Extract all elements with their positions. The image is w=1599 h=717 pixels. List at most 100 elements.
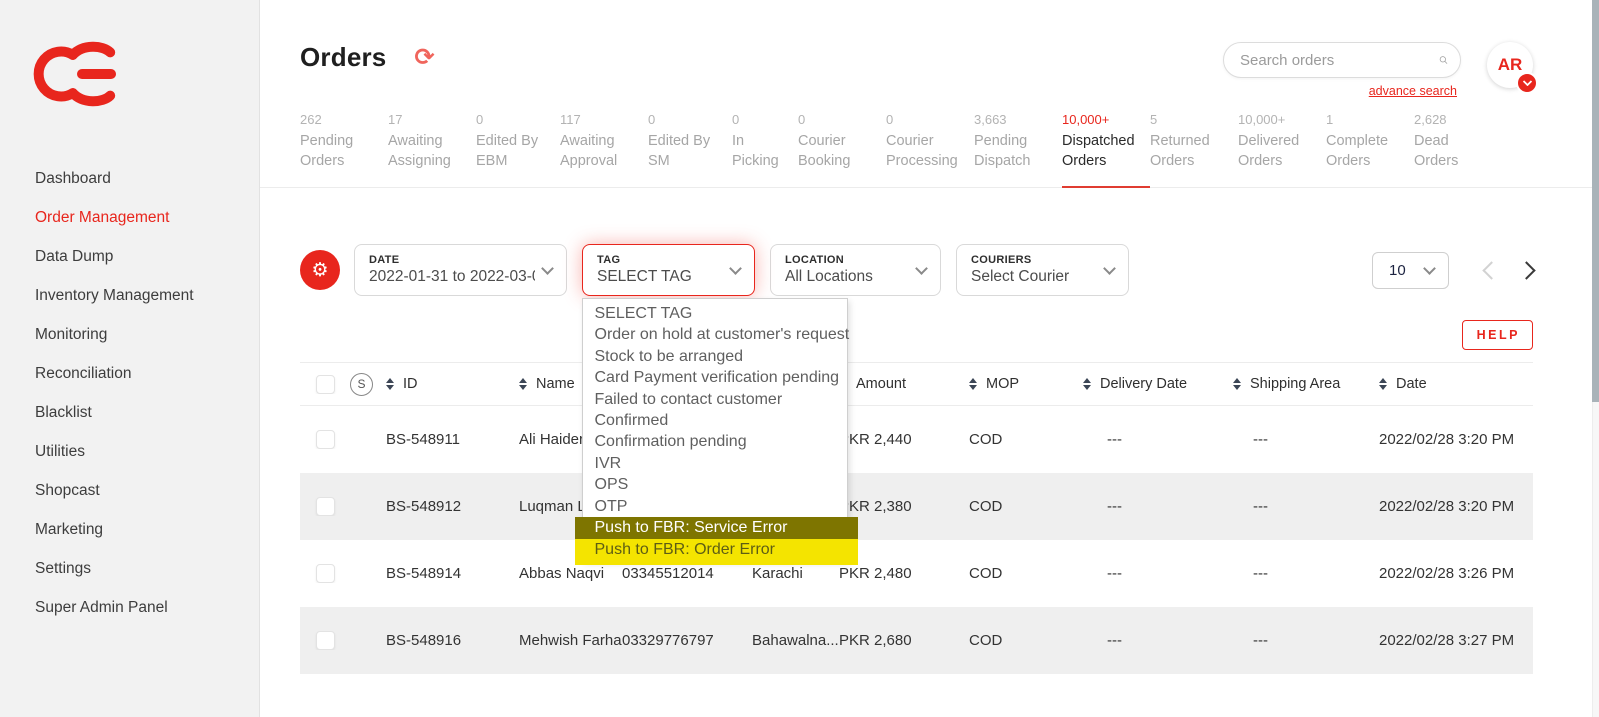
sidebar-item-blacklist[interactable]: Blacklist bbox=[0, 393, 259, 432]
cell-shipping-area: --- bbox=[1253, 498, 1268, 515]
sidebar-menu: Dashboard Order Management Data Dump Inv… bbox=[0, 159, 259, 627]
tag-option[interactable]: Order on hold at customer's request bbox=[583, 324, 847, 345]
date-filter[interactable]: DATE 2022-01-31 to 2022-03-01 bbox=[354, 244, 567, 296]
stat-dead-orders[interactable]: 2,628Dead Orders bbox=[1414, 112, 1490, 187]
sort-icon[interactable] bbox=[1083, 378, 1091, 391]
search-icon[interactable] bbox=[1439, 50, 1448, 70]
cell-city: Karachi bbox=[752, 565, 803, 582]
stat-edited-by-ebm[interactable]: 0Edited By EBM bbox=[476, 112, 548, 187]
sidebar: Dashboard Order Management Data Dump Inv… bbox=[0, 0, 260, 717]
sort-icon[interactable] bbox=[1233, 378, 1241, 391]
stat-awaiting-assigning[interactable]: 17Awaiting Assigning bbox=[388, 112, 464, 187]
search-input[interactable] bbox=[1240, 52, 1439, 69]
cell-shipping-area: --- bbox=[1253, 632, 1268, 649]
tag-option-push-fbr-order-error[interactable]: Push to FBR: Order Error bbox=[575, 539, 858, 565]
sidebar-item-data-dump[interactable]: Data Dump bbox=[0, 237, 259, 276]
cell-mop: COD bbox=[969, 431, 1002, 448]
stat-delivered-orders[interactable]: 10,000+Delivered Orders bbox=[1238, 112, 1314, 187]
sidebar-item-marketing[interactable]: Marketing bbox=[0, 510, 259, 549]
sidebar-item-super-admin-panel[interactable]: Super Admin Panel bbox=[0, 588, 259, 627]
sidebar-item-reconciliation[interactable]: Reconciliation bbox=[0, 354, 259, 393]
tag-option-push-fbr-service-error[interactable]: Push to FBR: Service Error bbox=[575, 517, 858, 539]
stat-pending-dispatch[interactable]: 3,663Pending Dispatch bbox=[974, 112, 1050, 187]
cell-id: BS-548911 bbox=[386, 431, 460, 448]
select-all-checkbox[interactable] bbox=[316, 375, 335, 394]
scrollbar-thumb[interactable] bbox=[1592, 0, 1599, 402]
cell-amount: PKR 2,380 bbox=[839, 498, 912, 515]
tag-option[interactable]: Card Payment verification pending bbox=[583, 367, 847, 388]
chevron-down-icon bbox=[729, 262, 742, 275]
orders-table: S ID Name Amount MOP Delivery Date Shipp… bbox=[300, 362, 1533, 674]
stat-complete-orders[interactable]: 1Complete Orders bbox=[1326, 112, 1402, 187]
cell-mop: COD bbox=[969, 632, 1002, 649]
search-box bbox=[1223, 42, 1461, 78]
page-title: Orders bbox=[300, 42, 386, 73]
sidebar-item-monitoring[interactable]: Monitoring bbox=[0, 315, 259, 354]
sidebar-item-dashboard[interactable]: Dashboard bbox=[0, 159, 259, 198]
cell-name: Ali Haider bbox=[519, 431, 584, 448]
couriers-filter[interactable]: COURIERS Select Courier bbox=[956, 244, 1129, 296]
cell-delivery-date: --- bbox=[1107, 431, 1122, 448]
search-area: advance search bbox=[1223, 42, 1461, 100]
tag-option[interactable]: IVR bbox=[583, 453, 847, 474]
cell-date: 2022/02/28 3:20 PM bbox=[1379, 431, 1514, 448]
order-status-tabs: 262Pending Orders 17Awaiting Assigning 0… bbox=[260, 112, 1599, 188]
stat-courier-booking[interactable]: 0Courier Booking bbox=[798, 112, 874, 187]
topbar: Orders ⟳ advance search AR bbox=[260, 0, 1599, 100]
stat-awaiting-approval[interactable]: 117Awaiting Approval bbox=[560, 112, 636, 187]
sort-icon[interactable] bbox=[969, 378, 977, 391]
tag-option[interactable]: Confirmed bbox=[583, 410, 847, 431]
cell-date: 2022/02/28 3:27 PM bbox=[1379, 632, 1514, 649]
stat-edited-by-sm[interactable]: 0Edited By SM bbox=[648, 112, 720, 187]
prev-page-icon[interactable] bbox=[1482, 261, 1500, 279]
tag-option[interactable]: SELECT TAG bbox=[583, 303, 847, 324]
row-checkbox[interactable] bbox=[316, 631, 335, 650]
stat-returned-orders[interactable]: 5Returned Orders bbox=[1150, 112, 1226, 187]
table-row[interactable]: BS-548911 Ali Haider PKR 2,440 COD --- -… bbox=[300, 406, 1533, 473]
sidebar-item-inventory-management[interactable]: Inventory Management bbox=[0, 276, 259, 315]
sort-icon[interactable] bbox=[519, 378, 527, 391]
tag-option[interactable]: OTP bbox=[583, 496, 847, 517]
cell-city: Bahawalna... bbox=[752, 632, 839, 649]
user-caret-icon[interactable] bbox=[1516, 72, 1538, 94]
stat-in-picking[interactable]: 0In Picking bbox=[732, 112, 786, 187]
tag-option[interactable]: Stock to be arranged bbox=[583, 346, 847, 367]
chevron-down-icon bbox=[1423, 262, 1436, 275]
main-content: Orders ⟳ advance search AR 262Pending Or… bbox=[260, 0, 1599, 717]
next-page-icon[interactable] bbox=[1517, 261, 1535, 279]
column-amount: Amount bbox=[856, 376, 906, 392]
tag-option[interactable]: Failed to contact customer bbox=[583, 389, 847, 410]
filter-settings-button[interactable]: ⚙ bbox=[300, 250, 340, 290]
sidebar-item-shopcast[interactable]: Shopcast bbox=[0, 471, 259, 510]
table-row[interactable]: BS-548914 Abbas Naqvi 03345512014 Karach… bbox=[300, 540, 1533, 607]
row-checkbox[interactable] bbox=[316, 564, 335, 583]
stat-courier-processing[interactable]: 0Courier Processing bbox=[886, 112, 962, 187]
sort-icon[interactable] bbox=[1379, 378, 1387, 391]
row-checkbox[interactable] bbox=[316, 430, 335, 449]
brand-logo[interactable] bbox=[18, 36, 126, 112]
row-checkbox[interactable] bbox=[316, 497, 335, 516]
cell-phone: 03329776797 bbox=[622, 632, 714, 649]
status-column-badge: S bbox=[350, 373, 373, 396]
stat-dispatched-orders[interactable]: 10,000+Dispatched Orders bbox=[1062, 112, 1138, 187]
table-row[interactable]: BS-548912 Luqman Lu PKR 2,380 COD --- --… bbox=[300, 473, 1533, 540]
sidebar-item-order-management[interactable]: Order Management bbox=[0, 198, 259, 237]
tag-option[interactable]: Confirmation pending bbox=[583, 431, 847, 452]
table-row[interactable]: BS-548916 Mehwish Farhan 03329776797 Bah… bbox=[300, 607, 1533, 674]
tag-filter[interactable]: TAG SELECT TAG SELECT TAG Order on hold … bbox=[582, 244, 755, 296]
refresh-icon[interactable]: ⟳ bbox=[414, 45, 434, 71]
stat-pending-orders[interactable]: 262Pending Orders bbox=[300, 112, 376, 187]
help-button[interactable]: HELP bbox=[1462, 320, 1533, 350]
sidebar-item-settings[interactable]: Settings bbox=[0, 549, 259, 588]
column-date: Date bbox=[1396, 376, 1427, 392]
cell-delivery-date: --- bbox=[1107, 632, 1122, 649]
sort-icon[interactable] bbox=[386, 378, 394, 391]
cell-date: 2022/02/28 3:20 PM bbox=[1379, 498, 1514, 515]
page-size-select[interactable]: 10 bbox=[1372, 252, 1449, 289]
cell-date: 2022/02/28 3:26 PM bbox=[1379, 565, 1514, 582]
chevron-down-icon bbox=[541, 262, 554, 275]
location-filter[interactable]: LOCATION All Locations bbox=[770, 244, 941, 296]
advance-search-link[interactable]: advance search bbox=[1369, 84, 1457, 98]
tag-option[interactable]: OPS bbox=[583, 474, 847, 495]
sidebar-item-utilities[interactable]: Utilities bbox=[0, 432, 259, 471]
